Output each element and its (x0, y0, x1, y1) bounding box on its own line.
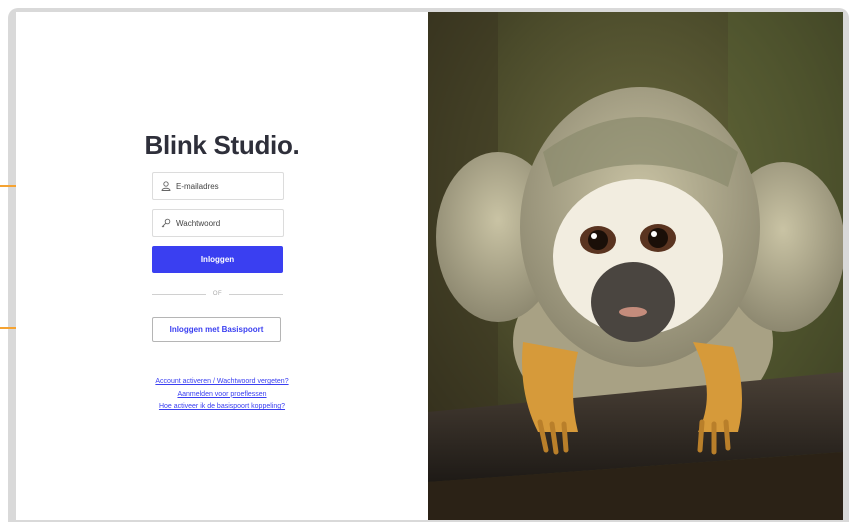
password-field[interactable] (152, 209, 284, 237)
divider-line (152, 293, 206, 295)
brand-title: Blink Studio. (144, 130, 300, 160)
or-divider: OF (152, 288, 283, 300)
email-field[interactable] (152, 172, 284, 200)
divider-line (229, 293, 283, 295)
help-links: Account activeren / Wachtwoord vergeten?… (16, 376, 428, 414)
activate-account-link[interactable]: Account activeren / Wachtwoord vergeten? (16, 376, 428, 389)
login-button[interactable]: Inloggen (152, 246, 283, 273)
user-icon (159, 179, 173, 193)
key-icon (159, 216, 173, 230)
basispoort-login-button[interactable]: Inloggen met Basispoort (152, 317, 281, 342)
trial-lessons-link[interactable]: Aanmelden voor proeflessen (16, 389, 428, 402)
squirrel-monkey-illustration (428, 12, 843, 520)
divider-text: OF (212, 291, 223, 297)
basispoort-help-link[interactable]: Hoe activeer ik de basispoort koppeling? (16, 401, 428, 414)
email-input[interactable] (173, 180, 278, 192)
login-panel: Blink Studio. Inloggen OF Inloggen met B… (16, 12, 428, 520)
monkey-photo (428, 12, 843, 520)
password-input[interactable] (173, 217, 278, 229)
